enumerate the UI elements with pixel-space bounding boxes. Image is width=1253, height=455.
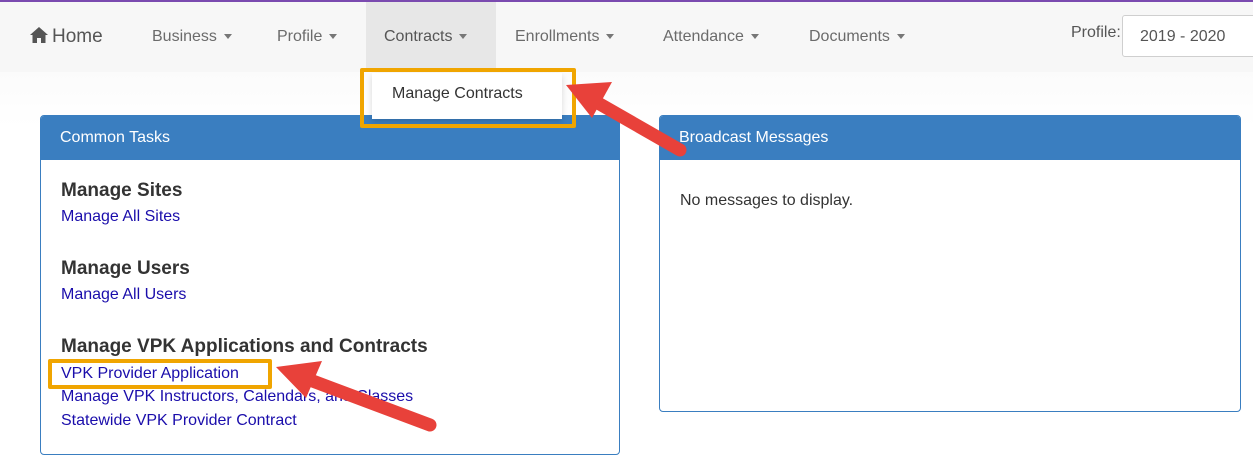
nav-attendance-label: Attendance [663, 28, 744, 45]
nav-business-label: Business [152, 28, 217, 45]
top-navbar: Home Business Profile Contracts Enrollme… [0, 2, 1253, 73]
highlight-box-manage-contracts [360, 68, 576, 128]
manage-all-sites-link[interactable]: Manage All Sites [61, 208, 180, 226]
nav-contracts[interactable]: Contracts [366, 2, 496, 72]
manage-vpk-instructors-link[interactable]: Manage VPK Instructors, Calendars, and C… [61, 388, 413, 406]
nav-attendance[interactable]: Attendance [663, 2, 759, 72]
profile-label: Profile: [1071, 24, 1121, 41]
caret-down-icon [750, 34, 759, 40]
nav-contracts-label: Contracts [384, 28, 453, 45]
common-tasks-panel: Common Tasks Manage Sites Manage All Sit… [40, 115, 620, 455]
caret-down-icon [329, 34, 338, 40]
home-icon [30, 27, 48, 43]
section-manage-users-title: Manage Users [61, 258, 190, 279]
caret-down-icon [223, 34, 232, 40]
caret-down-icon [606, 34, 615, 40]
nav-home[interactable]: Home [29, 2, 103, 72]
nav-profile[interactable]: Profile [277, 2, 338, 72]
nav-documents[interactable]: Documents [809, 2, 905, 72]
section-manage-vpk-title: Manage VPK Applications and Contracts [61, 336, 428, 357]
section-manage-sites-title: Manage Sites [61, 180, 183, 201]
nav-documents-label: Documents [809, 28, 890, 45]
profile-year-select[interactable]: 2019 - 2020 [1122, 15, 1253, 57]
caret-down-icon [896, 34, 905, 40]
nav-enrollments[interactable]: Enrollments [515, 2, 615, 72]
statewide-vpk-contract-link[interactable]: Statewide VPK Provider Contract [61, 412, 297, 430]
nav-business[interactable]: Business [152, 2, 232, 72]
nav-enrollments-label: Enrollments [515, 28, 600, 45]
highlight-box-vpk-application [48, 359, 272, 389]
broadcast-messages-heading: Broadcast Messages [660, 116, 1240, 160]
no-messages-text: No messages to display. [680, 192, 854, 209]
nav-profile-label: Profile [277, 28, 323, 45]
nav-home-label: Home [52, 26, 103, 47]
caret-down-icon [459, 34, 468, 40]
manage-all-users-link[interactable]: Manage All Users [61, 286, 186, 304]
broadcast-messages-panel: Broadcast Messages No messages to displa… [659, 115, 1241, 412]
